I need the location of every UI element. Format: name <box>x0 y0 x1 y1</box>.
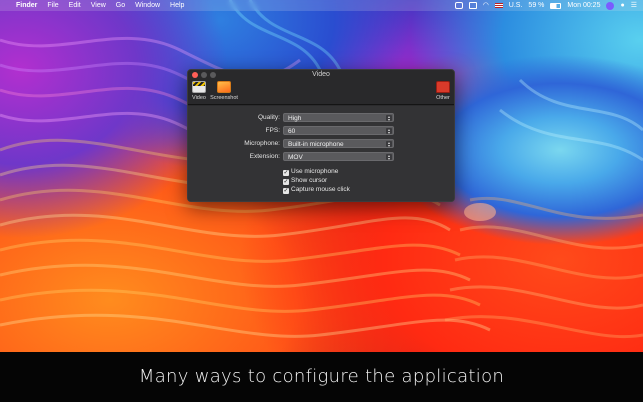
menu-help[interactable]: Help <box>170 0 184 11</box>
minimize-button[interactable] <box>201 72 207 78</box>
tab-other[interactable]: Other <box>435 81 451 102</box>
microphone-value: Built-in microphone <box>288 141 344 148</box>
extension-label: Extension: <box>249 153 280 160</box>
window-title: Video <box>312 71 330 78</box>
notification-center-icon[interactable]: ☰ <box>631 0 637 11</box>
menu-bar: Finder File Edit View Go Window Help ◠ U… <box>0 0 643 11</box>
spotlight-circle-icon[interactable] <box>606 1 615 10</box>
tab-video-label: Video <box>192 95 206 101</box>
microphone-select[interactable]: Built-in microphone ▴ ▾ <box>283 139 394 148</box>
microphone-row: Microphone: Built-in microphone ▴ ▾ <box>188 139 454 148</box>
tab-video[interactable]: Video <box>191 81 207 102</box>
extension-row: Extension: MOV ▴ ▾ <box>188 152 454 161</box>
chevron-updown-icon: ▴ ▾ <box>386 114 392 122</box>
quality-value: High <box>288 115 302 122</box>
chevron-updown-icon: ▴ ▾ <box>386 153 392 161</box>
clock-label[interactable]: Mon 00:25 <box>567 0 600 11</box>
fps-select[interactable]: 60 ▴ ▾ <box>283 126 394 135</box>
show-cursor-checkbox[interactable]: ✓ Show cursor <box>283 177 327 185</box>
promo-caption: Many ways to configure the application <box>0 352 643 402</box>
menu-view[interactable]: View <box>91 0 106 11</box>
display-icon[interactable] <box>468 2 477 9</box>
close-button[interactable] <box>192 72 198 78</box>
flag-icon[interactable] <box>494 3 503 8</box>
fps-row: FPS: 60 ▴ ▾ <box>188 126 454 135</box>
battery-percent[interactable]: 59 % <box>528 0 544 11</box>
use-microphone-label: Use microphone <box>291 168 339 175</box>
menu-edit[interactable]: Edit <box>69 0 81 11</box>
toolbox-icon <box>436 81 450 93</box>
chevron-updown-icon: ▴ ▾ <box>386 127 392 135</box>
show-cursor-label: Show cursor <box>291 177 328 184</box>
user-icon[interactable]: ● <box>620 0 624 11</box>
tab-screenshot-label: Screenshot <box>210 95 238 101</box>
recorder-status-icon[interactable] <box>454 2 463 9</box>
tab-screenshot[interactable]: Screenshot <box>209 81 239 102</box>
use-microphone-checkbox[interactable]: ✓ Use microphone <box>283 168 338 176</box>
checkmark-icon: ✓ <box>283 170 289 176</box>
capture-mouse-click-checkbox[interactable]: ✓ Capture mouse click <box>283 186 350 194</box>
picture-icon <box>217 81 231 93</box>
menu-file[interactable]: File <box>47 0 58 11</box>
quality-label: Quality: <box>257 114 280 121</box>
clapperboard-icon <box>192 81 206 93</box>
desktop-wallpaper: Finder File Edit View Go Window Help ◠ U… <box>0 0 643 352</box>
zoom-button[interactable] <box>210 72 216 78</box>
settings-panel: Quality: High ▴ ▾ FPS: 60 ▴ ▾ Microphone: … <box>188 106 454 201</box>
status-area: ◠ U.S. 59 % Mon 00:25 ● ☰ <box>454 0 637 11</box>
checkmark-icon: ✓ <box>283 179 289 185</box>
extension-select[interactable]: MOV ▴ ▾ <box>283 152 394 161</box>
preferences-toolbar: Video Screenshot Other <box>188 80 454 105</box>
fps-label: FPS: <box>265 127 280 134</box>
microphone-label: Microphone: <box>244 140 280 147</box>
checkmark-icon: ✓ <box>283 188 289 194</box>
tab-other-label: Other <box>436 95 450 101</box>
video-settings-window: Video Video Screenshot Other Quality: Hi… <box>187 69 455 202</box>
menu-app-name[interactable]: Finder <box>16 0 37 11</box>
capture-mouse-click-label: Capture mouse click <box>291 186 350 193</box>
menu-go[interactable]: Go <box>116 0 125 11</box>
extension-value: MOV <box>288 154 303 161</box>
input-source-label[interactable]: U.S. <box>509 0 523 11</box>
quality-select[interactable]: High ▴ ▾ <box>283 113 394 122</box>
quality-row: Quality: High ▴ ▾ <box>188 113 454 122</box>
window-titlebar[interactable]: Video <box>188 70 454 80</box>
menu-window[interactable]: Window <box>135 0 160 11</box>
wifi-icon[interactable]: ◠ <box>483 0 489 11</box>
chevron-updown-icon: ▴ ▾ <box>386 140 392 148</box>
battery-icon[interactable] <box>550 2 562 9</box>
fps-value: 60 <box>288 128 296 135</box>
